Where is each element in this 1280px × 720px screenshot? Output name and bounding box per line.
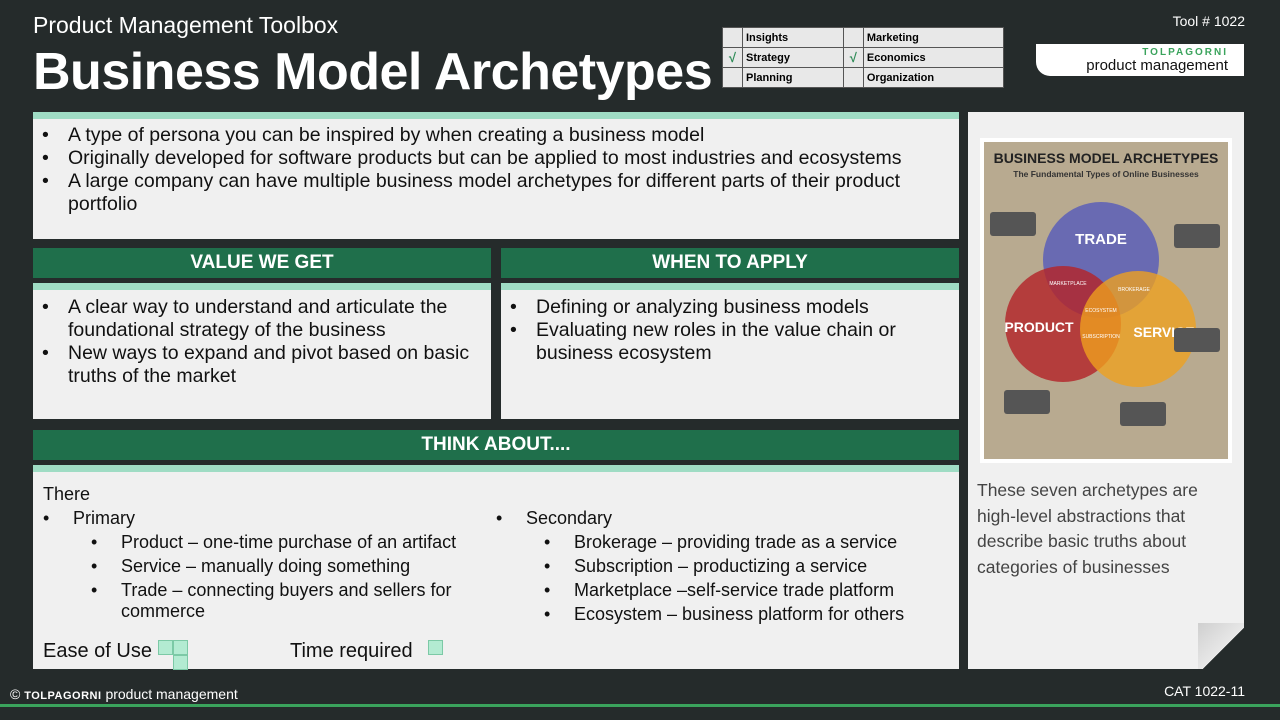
archetypes-poster: BUSINESS MODEL ARCHETYPES The Fundamenta… — [980, 138, 1232, 463]
primary-item: Trade – connecting buyers and sellers fo… — [43, 580, 493, 622]
value-panel: A clear way to understand and articulate… — [33, 283, 491, 419]
value-heading: VALUE WE GET — [33, 248, 491, 278]
when-item: Defining or analyzing business models — [501, 296, 959, 319]
value-item: New ways to expand and pivot based on ba… — [33, 342, 491, 388]
time-square-icon — [428, 640, 443, 655]
intro-item: Originally developed for software produc… — [33, 147, 959, 170]
check-mark-organization — [842, 67, 864, 88]
footer-divider — [0, 704, 1280, 707]
page-curl — [1198, 623, 1244, 669]
secondary-list: Secondary Brokerage – providing trade as… — [496, 508, 956, 625]
when-panel: Defining or analyzing business models Ev… — [501, 283, 959, 419]
secondary-item: Brokerage – providing trade as a service — [496, 532, 956, 553]
venn-diagram: TRADE PRODUCT SERVICE MARKETPLACE BROKER… — [990, 202, 1220, 426]
marketplace-label: MARKETPLACE — [1049, 281, 1087, 287]
brokerage-label: BROKERAGE — [1118, 287, 1150, 293]
check-mark-economics: √ — [842, 47, 864, 68]
ease-of-use-label: Ease of Use — [43, 640, 152, 662]
side-panel: BUSINESS MODEL ARCHETYPES The Fundamenta… — [968, 112, 1244, 669]
category-organization: Organization — [862, 67, 1005, 88]
poster-callout — [1174, 224, 1220, 248]
poster-callout — [1174, 328, 1220, 352]
primary-list: Primary Product – one-time purchase of a… — [43, 508, 493, 622]
ease-square-icon — [173, 655, 188, 670]
ease-square-icon — [158, 640, 173, 655]
page-title: Business Model Archetypes — [33, 43, 713, 101]
when-item: Evaluating new roles in the value chain … — [501, 319, 959, 365]
check-mark-strategy: √ — [722, 47, 743, 68]
check-mark-planning — [722, 67, 743, 88]
trade-label: TRADE — [1075, 231, 1127, 248]
category-table: Insights Marketing √ Strategy √ Economic… — [722, 27, 1005, 88]
category-planning: Planning — [742, 67, 844, 88]
brand-name: TOLPAGORNI — [1142, 47, 1228, 58]
primary-item: Product – one-time purchase of an artifa… — [43, 532, 493, 553]
toolbox-label: Product Management Toolbox — [33, 12, 339, 38]
think-heading: THINK ABOUT.... — [33, 430, 959, 460]
footer-code: CAT 1022-11 — [1164, 683, 1245, 699]
ecosystem-label: ECOSYSTEM — [1085, 308, 1116, 314]
footer-brand-name: TOLPAGORNI — [24, 690, 102, 702]
ease-square-icon — [173, 640, 188, 655]
secondary-label: Secondary — [496, 508, 956, 529]
check-mark-marketing — [842, 27, 864, 48]
product-label: PRODUCT — [1004, 319, 1074, 335]
secondary-item: Marketplace –self-service trade platform — [496, 580, 956, 601]
category-strategy: Strategy — [742, 47, 844, 68]
intro-item: A large company can have multiple busine… — [33, 170, 959, 216]
category-economics: Economics — [862, 47, 1005, 68]
secondary-item: Subscription – productizing a service — [496, 556, 956, 577]
category-insights: Insights — [742, 27, 844, 48]
intro-item: A type of persona you can be inspired by… — [33, 124, 959, 147]
category-marketing: Marketing — [862, 27, 1005, 48]
poster-callout — [1120, 402, 1166, 426]
tool-number: Tool # 1022 — [1172, 13, 1245, 29]
brand-tagline: product management — [1086, 57, 1228, 74]
primary-label: Primary — [43, 508, 493, 529]
intro-panel: A type of persona you can be inspired by… — [33, 112, 959, 239]
check-mark-insights — [722, 27, 743, 48]
poster-callout — [1004, 390, 1050, 414]
footer-tagline: product management — [105, 686, 238, 702]
think-intro: There — [43, 484, 91, 504]
secondary-item: Ecosystem – business platform for others — [496, 604, 956, 625]
copyright-symbol: © — [10, 686, 21, 702]
value-item: A clear way to understand and articulate… — [33, 296, 491, 342]
footer-brand: © TOLPAGORNI product management — [10, 686, 238, 702]
side-description: These seven archetypes are high-level ab… — [977, 480, 1198, 577]
poster-callout — [990, 212, 1036, 236]
time-required-label: Time required — [290, 640, 413, 662]
think-panel: There Primary Product – one-time purchas… — [33, 465, 959, 670]
primary-item: Service – manually doing something — [43, 556, 493, 577]
brand-logo: TOLPAGORNI product management — [1036, 44, 1244, 76]
when-heading: WHEN TO APPLY — [501, 248, 959, 278]
subscription-label: SUBSCRIPTION — [1082, 334, 1120, 340]
